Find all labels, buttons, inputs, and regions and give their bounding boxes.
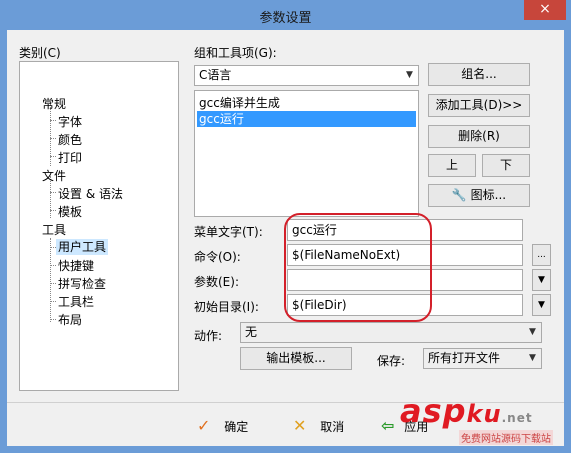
cancel-button-label: 取消 [320, 420, 345, 434]
down-button[interactable]: 下 [482, 154, 530, 177]
ok-button[interactable]: ✓ 确定 [197, 416, 248, 435]
list-item[interactable]: gcc运行 [197, 111, 416, 127]
save-select-value: 所有打开文件 [428, 351, 501, 365]
wrench-icon: 🔧 [451, 188, 467, 202]
cancel-button[interactable]: ✕ 取消 [293, 416, 344, 435]
chevron-down-icon: ▼ [529, 353, 536, 363]
arrow-left-icon: ⇦ [381, 416, 395, 435]
tree-guide [50, 238, 51, 322]
tree-item-file[interactable]: 文件 [40, 168, 68, 184]
tree-item-settings-syntax[interactable]: 设置 & 语法 [56, 186, 125, 202]
tree-item-toolbar[interactable]: 工具栏 [56, 294, 96, 310]
group-select[interactable]: C语言 ▼ [194, 65, 419, 86]
action-select[interactable]: 无 ▼ [240, 322, 542, 343]
watermark-logo: aspku.net [400, 392, 533, 430]
watermark-subtitle: 免费网站源码下载站 [459, 430, 553, 445]
initdir-dropdown-button[interactable]: ▼ [532, 294, 551, 316]
tree-item-color[interactable]: 颜色 [56, 132, 84, 148]
output-template-button[interactable]: 输出模板... [240, 347, 352, 370]
checkmark-icon: ✓ [197, 416, 211, 435]
tree-item-tools[interactable]: 工具 [40, 222, 68, 238]
action-label: 动作: [194, 329, 223, 343]
tree-item-template[interactable]: 模板 [56, 204, 84, 220]
browse-button[interactable]: ... [532, 244, 551, 266]
close-button[interactable]: × [524, 0, 566, 20]
action-select-value: 无 [245, 325, 258, 339]
group-select-value: C语言 [199, 68, 232, 82]
dialog-window: 参数设置 × 类别(C) 常规 字体 颜色 打印 文件 设置 & 语法 模板 工… [0, 0, 571, 453]
icon-button-label: 图标... [470, 188, 507, 202]
window-title: 参数设置 [259, 11, 312, 26]
initdir-label: 初始目录(I): [194, 300, 259, 314]
args-label: 参数(E): [194, 275, 239, 289]
tree-item-print[interactable]: 打印 [56, 150, 84, 166]
tree-item-user-tools[interactable]: 用户工具 [56, 239, 109, 255]
cancel-x-icon: ✕ [293, 416, 307, 435]
dialog-client: 类别(C) 常规 字体 颜色 打印 文件 设置 & 语法 模板 工具 用户工具 … [7, 30, 564, 446]
command-label: 命令(O): [194, 250, 241, 264]
chevron-down-icon: ▼ [529, 327, 536, 337]
tree-item-layout[interactable]: 布局 [56, 312, 84, 328]
ok-button-label: 确定 [224, 420, 249, 434]
tree-item-font[interactable]: 字体 [56, 114, 84, 130]
group-name-button[interactable]: 组名... [428, 63, 530, 86]
add-tool-button[interactable]: 添加工具(D)>> [428, 94, 530, 117]
tree-item-shortcuts[interactable]: 快捷键 [56, 258, 96, 274]
tree-item-spellcheck[interactable]: 拼写检查 [56, 276, 108, 292]
menu-text-label: 菜单文字(T): [194, 225, 263, 239]
delete-button[interactable]: 删除(R) [428, 125, 530, 148]
highlight-annotation [284, 213, 432, 322]
title-bar[interactable]: 参数设置 × [0, 0, 571, 30]
category-tree[interactable]: 常规 字体 颜色 打印 文件 设置 & 语法 模板 工具 用户工具 快捷键 拼写… [19, 61, 179, 391]
chevron-down-icon: ▼ [406, 70, 413, 80]
tool-list[interactable]: gcc编译并生成 gcc运行 [194, 90, 419, 217]
save-label: 保存: [377, 354, 406, 368]
list-item[interactable]: gcc编译并生成 [197, 95, 416, 111]
args-dropdown-button[interactable]: ▼ [532, 269, 551, 291]
group-label: 组和工具项(G): [194, 46, 277, 60]
category-label: 类别(C) [19, 46, 61, 60]
tree-item-general[interactable]: 常规 [40, 96, 68, 112]
up-button[interactable]: 上 [428, 154, 476, 177]
save-select[interactable]: 所有打开文件 ▼ [423, 348, 542, 369]
icon-button[interactable]: 🔧 图标... [428, 184, 530, 207]
